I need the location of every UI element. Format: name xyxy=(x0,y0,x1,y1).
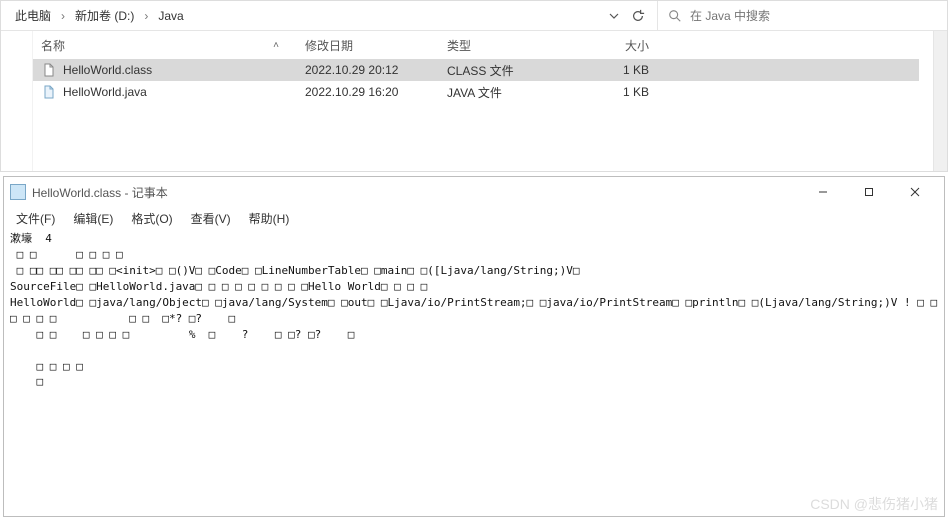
menu-help[interactable]: 帮助(H) xyxy=(241,208,298,229)
file-area: 名称˄ 修改日期 类型 大小 HelloWorld.class 2022.10.… xyxy=(1,31,947,171)
window-title: HelloWorld.class - 记事本 xyxy=(32,184,800,201)
search-input[interactable] xyxy=(690,9,937,23)
window-controls xyxy=(800,177,938,207)
address-bar-row: 此电脑 › 新加卷 (D:) › Java xyxy=(1,1,947,31)
file-icon xyxy=(41,84,57,100)
chevron-right-icon: › xyxy=(59,9,67,23)
vertical-scrollbar[interactable] xyxy=(933,31,947,171)
breadcrumb: 此电脑 › 新加卷 (D:) › Java xyxy=(1,5,597,26)
menu-view[interactable]: 查看(V) xyxy=(183,208,239,229)
file-type: JAVA 文件 xyxy=(439,84,577,101)
file-size: 1 KB xyxy=(577,85,657,99)
titlebar[interactable]: HelloWorld.class - 记事本 xyxy=(4,177,944,207)
file-icon xyxy=(41,62,57,78)
maximize-button[interactable] xyxy=(846,177,892,207)
sort-indicator-asc-icon: ˄ xyxy=(273,40,279,51)
file-type: CLASS 文件 xyxy=(439,62,577,79)
search-box[interactable] xyxy=(657,1,947,30)
dropdown-icon[interactable] xyxy=(609,11,619,21)
file-list[interactable]: 名称˄ 修改日期 类型 大小 HelloWorld.class 2022.10.… xyxy=(33,31,933,171)
close-button[interactable] xyxy=(892,177,938,207)
refresh-icon[interactable] xyxy=(631,9,645,23)
chevron-right-icon: › xyxy=(142,9,150,23)
file-explorer: 此电脑 › 新加卷 (D:) › Java 名称˄ 修改日期 xyxy=(0,0,948,172)
address-actions xyxy=(597,9,657,23)
notepad-app-icon xyxy=(10,184,26,200)
notepad-window: HelloWorld.class - 记事本 文件(F) 编辑(E) 格式(O)… xyxy=(3,176,945,517)
column-header-date[interactable]: 修改日期 xyxy=(297,37,439,54)
minimize-button[interactable] xyxy=(800,177,846,207)
menu-edit[interactable]: 编辑(E) xyxy=(65,208,121,229)
notepad-content[interactable]: 漱壕 4 □ □ □ □ □ □ □ □□ □□ □□ □□ □<init>□ … xyxy=(4,229,944,516)
breadcrumb-item[interactable]: Java xyxy=(154,7,187,25)
menubar: 文件(F) 编辑(E) 格式(O) 查看(V) 帮助(H) xyxy=(4,207,944,229)
table-row[interactable]: HelloWorld.java 2022.10.29 16:20 JAVA 文件… xyxy=(33,81,919,103)
left-gutter xyxy=(1,31,33,171)
column-header-name[interactable]: 名称˄ xyxy=(33,37,297,54)
file-date: 2022.10.29 20:12 xyxy=(297,63,439,77)
column-header-row: 名称˄ 修改日期 类型 大小 xyxy=(33,31,919,59)
column-header-type[interactable]: 类型 xyxy=(439,37,577,54)
menu-file[interactable]: 文件(F) xyxy=(8,208,63,229)
breadcrumb-item[interactable]: 新加卷 (D:) xyxy=(71,5,138,26)
file-date: 2022.10.29 16:20 xyxy=(297,85,439,99)
file-name: HelloWorld.java xyxy=(63,85,147,99)
breadcrumb-item[interactable]: 此电脑 xyxy=(11,5,55,26)
column-header-size[interactable]: 大小 xyxy=(577,37,657,54)
search-icon xyxy=(668,9,682,23)
file-size: 1 KB xyxy=(577,63,657,77)
table-row[interactable]: HelloWorld.class 2022.10.29 20:12 CLASS … xyxy=(33,59,919,81)
file-name: HelloWorld.class xyxy=(63,63,152,77)
menu-format[interactable]: 格式(O) xyxy=(123,208,180,229)
